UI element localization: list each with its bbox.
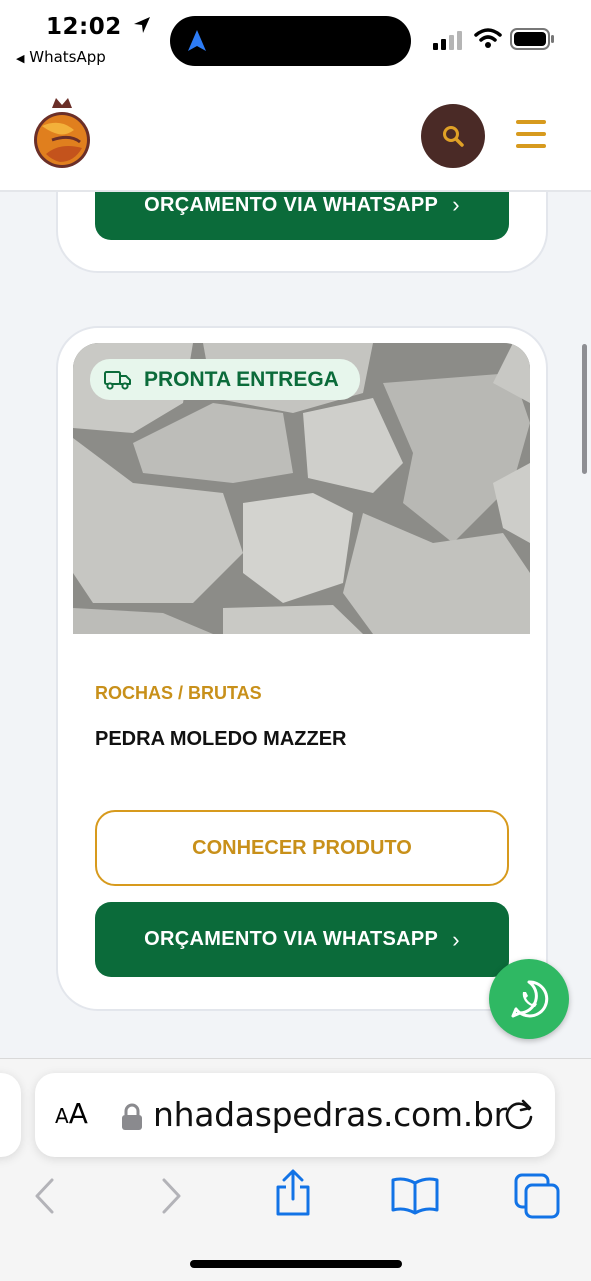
share-icon[interactable]	[272, 1169, 314, 1217]
previous-tab-preview[interactable]	[0, 1073, 21, 1157]
chevron-right-icon: ›	[452, 192, 460, 217]
lock-icon	[122, 1103, 142, 1130]
wifi-icon	[474, 28, 502, 48]
reload-icon[interactable]	[501, 1097, 537, 1133]
brand-logo[interactable]	[30, 96, 94, 172]
whatsapp-quote-button[interactable]: ORÇAMENTO VIA WHATSAPP ›	[95, 902, 509, 977]
status-bar: 12:02 ◀ WhatsApp	[0, 0, 591, 80]
product-category[interactable]: ROCHAS / BRUTAS	[95, 683, 262, 704]
view-product-button[interactable]: CONHECER PRODUTO	[95, 810, 509, 886]
navigation-arrow-icon	[188, 30, 206, 51]
tabs-icon[interactable]	[514, 1173, 562, 1219]
text-size-small-a: A	[55, 1104, 69, 1128]
page-scrollbar[interactable]	[582, 344, 587, 474]
back-to-app-link[interactable]: ◀ WhatsApp	[16, 48, 106, 66]
back-app-label: WhatsApp	[29, 48, 106, 66]
back-triangle-icon: ◀	[16, 52, 25, 65]
product-title[interactable]: PEDRA MOLEDO MAZZER	[95, 728, 346, 751]
text-size-button[interactable]: AA	[55, 1097, 88, 1130]
whatsapp-floating-button[interactable]	[489, 959, 569, 1039]
whatsapp-quote-label: ORÇAMENTO VIA WHATSAPP	[144, 193, 439, 216]
url-text[interactable]: nhadaspedras.com.br	[153, 1095, 507, 1134]
status-time: 12:02	[46, 14, 152, 40]
hamburger-menu-icon[interactable]	[516, 120, 548, 150]
home-indicator[interactable]	[190, 1260, 402, 1268]
chevron-right-icon: ›	[452, 926, 460, 952]
badge-label: PRONTA ENTREGA	[144, 367, 339, 391]
view-product-label: CONHECER PRODUTO	[192, 836, 412, 859]
dynamic-island	[170, 16, 411, 66]
location-arrow-icon	[134, 17, 151, 33]
battery-icon	[510, 28, 554, 50]
address-bar[interactable]: AA nhadaspedras.com.br	[35, 1073, 555, 1157]
delivery-truck-icon	[104, 370, 131, 390]
text-size-large-a: A	[68, 1097, 88, 1130]
browser-toolbar: AA nhadaspedras.com.br	[0, 1058, 591, 1281]
search-icon	[443, 126, 464, 147]
whatsapp-icon	[511, 980, 549, 1018]
ready-delivery-badge: PRONTA ENTREGA	[90, 359, 360, 400]
whatsapp-quote-label: ORÇAMENTO VIA WHATSAPP	[144, 928, 439, 950]
search-button[interactable]	[421, 104, 485, 168]
back-icon[interactable]	[32, 1177, 58, 1215]
bookmarks-icon[interactable]	[390, 1175, 440, 1215]
site-header	[0, 80, 591, 192]
forward-icon[interactable]	[158, 1177, 184, 1215]
signal-icon	[433, 31, 462, 50]
